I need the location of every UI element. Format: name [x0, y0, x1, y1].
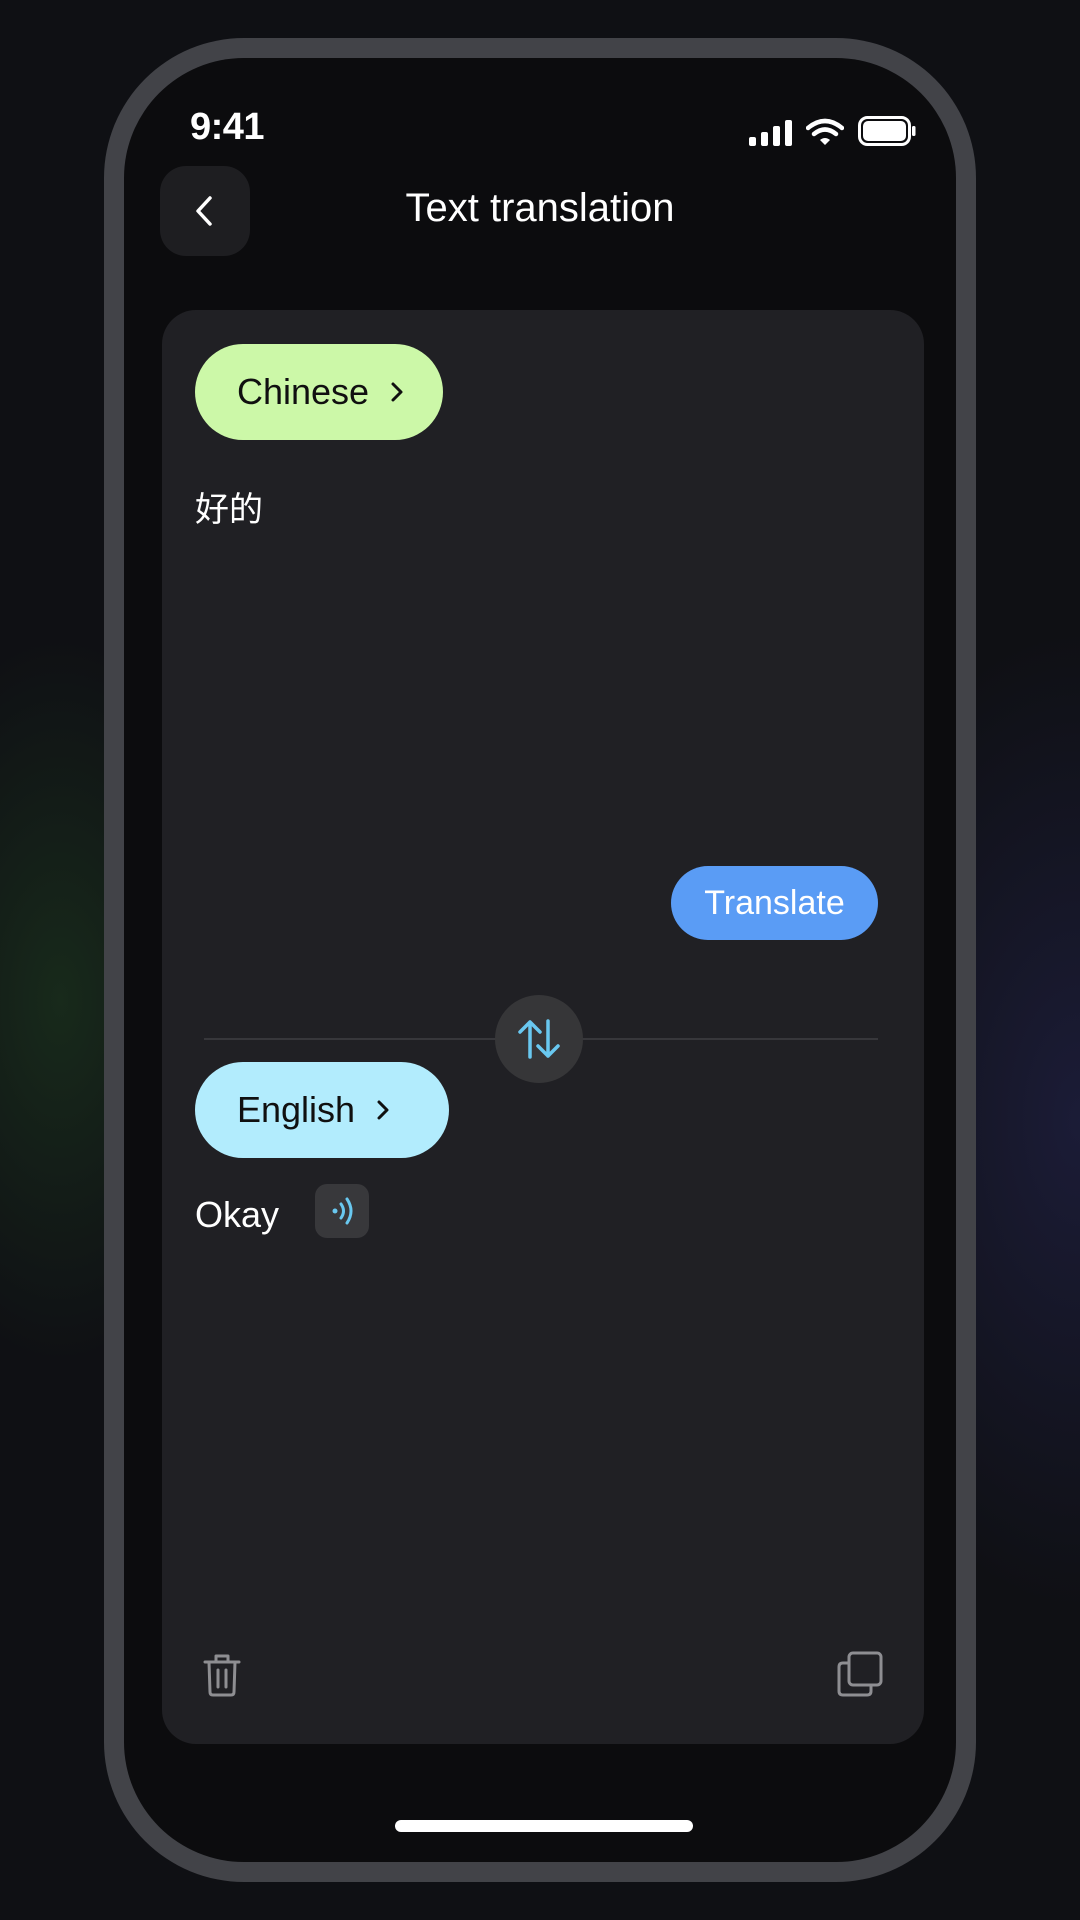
chevron-right-icon — [375, 1098, 391, 1122]
translation-card: Chinese 好的 Translate English Okay — [162, 310, 924, 1744]
app-screen: 9:41 Text translation Chinese 好的 Transla… — [124, 58, 956, 1862]
speak-button[interactable] — [315, 1184, 369, 1238]
source-language-selector[interactable]: Chinese — [195, 344, 443, 440]
page-title: Text translation — [405, 186, 675, 230]
target-language-label: English — [237, 1089, 356, 1130]
home-indicator[interactable] — [395, 1820, 693, 1832]
translated-text: Okay — [195, 1194, 280, 1235]
wifi-icon — [806, 118, 844, 146]
phone-frame: 9:41 Text translation Chinese 好的 Transla… — [104, 38, 976, 1882]
source-language-label: Chinese — [237, 371, 370, 412]
status-time: 9:41 — [190, 106, 265, 148]
signal-icon — [749, 118, 792, 146]
target-language-selector[interactable]: English — [195, 1062, 449, 1158]
swap-vertical-icon — [518, 1019, 560, 1059]
copy-button[interactable] — [834, 1648, 886, 1700]
chevron-right-icon — [389, 380, 405, 404]
speaker-icon — [332, 1197, 353, 1225]
battery-icon — [858, 116, 916, 146]
status-icons — [749, 112, 916, 146]
trash-icon — [203, 1654, 241, 1697]
translate-button[interactable]: Translate — [671, 866, 878, 940]
swap-languages-button[interactable] — [495, 995, 583, 1083]
delete-button[interactable] — [198, 1650, 246, 1700]
source-text-input[interactable]: 好的 — [195, 482, 263, 531]
copy-icon — [837, 1651, 883, 1697]
